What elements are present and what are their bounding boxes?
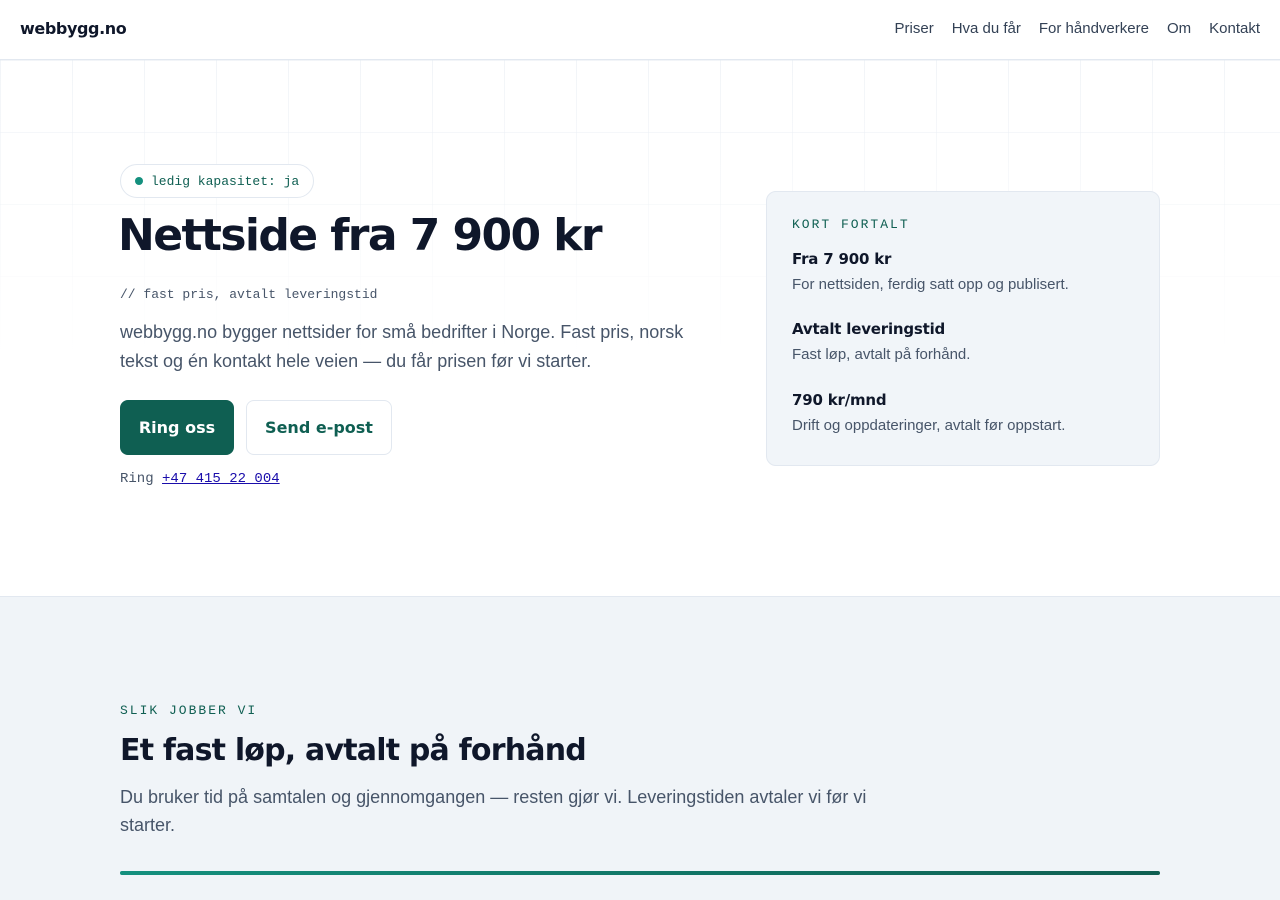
summary-item-text: For nettsiden, ferdig satt opp og publis… [792, 276, 1069, 293]
summary-item-title: Avtalt leveringstid [792, 320, 946, 338]
hero-section: ledig kapasitet: ja Nettside fra 7 900 k… [0, 60, 1280, 596]
phone-prefix: Ring [120, 471, 154, 487]
main-nav: Priser Hva du får For håndverkere Om Kon… [895, 20, 1260, 37]
nav-link-hva-du-far[interactable]: Hva du får [952, 20, 1021, 37]
summary-card: KORT FORTALT Fra 7 900 kr For nettsiden,… [766, 191, 1160, 466]
summary-item-price: Fra 7 900 kr For nettsiden, ferdig satt … [792, 250, 1069, 293]
status-dot-icon [135, 177, 143, 185]
site-header: webbygg.no Priser Hva du får For håndver… [0, 0, 1280, 60]
summary-item-monthly: 790 kr/mnd Drift og oppdateringer, avtal… [792, 391, 1065, 434]
process-section: SLIK JOBBER VI Et fast løp, avtalt på fo… [0, 596, 1280, 900]
summary-item-delivery: Avtalt leveringstid Fast løp, avtalt på … [792, 320, 970, 363]
phone-line: Ring +47 415 22 004 [120, 471, 280, 487]
capacity-status-pill: ledig kapasitet: ja [120, 164, 315, 198]
nav-link-priser[interactable]: Priser [895, 20, 934, 37]
hero-description: webbygg.no bygger nettsider for små bedr… [120, 322, 684, 371]
summary-item-title: 790 kr/mnd [792, 391, 887, 409]
summary-card-label: KORT FORTALT [792, 217, 910, 232]
nav-link-for-handverkere[interactable]: For håndverkere [1039, 20, 1149, 37]
nav-link-om[interactable]: Om [1167, 20, 1191, 37]
call-us-button[interactable]: Ring oss [120, 400, 234, 455]
summary-item-text: Fast løp, avtalt på forhånd. [792, 346, 971, 363]
phone-number-link[interactable]: +47 415 22 004 [162, 471, 280, 487]
nav-link-kontakt[interactable]: Kontakt [1209, 20, 1260, 37]
send-email-button[interactable]: Send e-post [246, 400, 392, 455]
process-section-description: Du bruker tid på samtalen og gjennomgang… [120, 787, 867, 835]
hero-subtitle: // fast pris, avtalt leveringstid [120, 287, 378, 302]
summary-item-text: Drift og oppdateringer, avtalt før oppst… [792, 417, 1066, 434]
summary-item-title: Fra 7 900 kr [792, 250, 892, 268]
hero-title: Nettside fra 7 900 kr [118, 210, 603, 261]
process-section-label: SLIK JOBBER VI [120, 703, 258, 718]
capacity-status-text: ledig kapasitet: ja [151, 173, 300, 189]
site-logo[interactable]: webbygg.no [20, 19, 127, 38]
process-section-title: Et fast løp, avtalt på forhånd [120, 733, 587, 768]
process-accent-bar [120, 871, 1160, 875]
